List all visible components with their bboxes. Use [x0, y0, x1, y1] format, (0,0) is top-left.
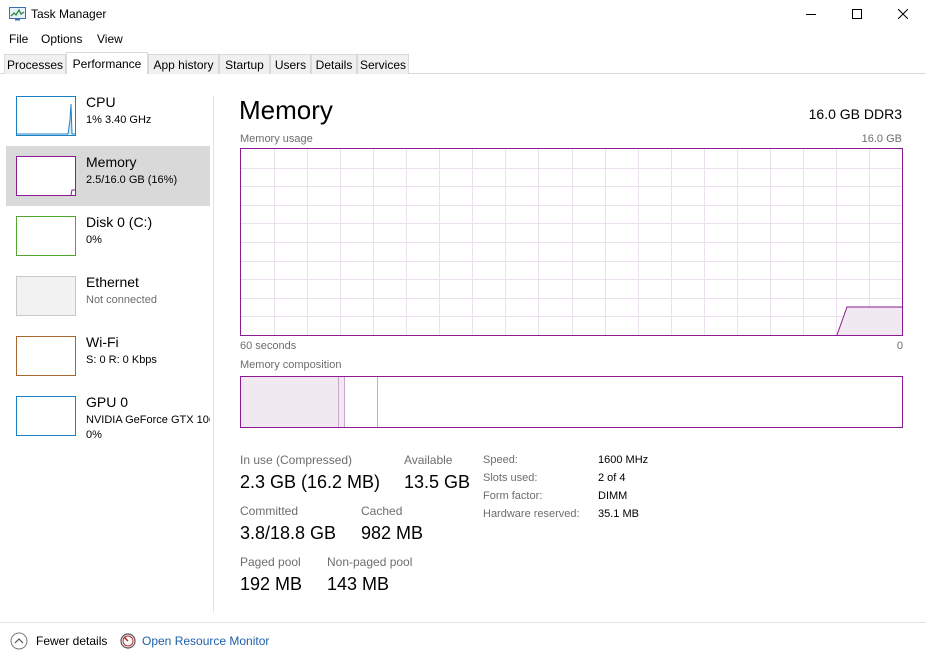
sidebar-label-memory: Memory	[86, 154, 137, 170]
maximize-icon	[852, 9, 862, 19]
tab-app-history[interactable]: App history	[148, 54, 219, 74]
sidebar-label-disk: Disk 0 (C:)	[86, 214, 153, 230]
speed-label: Speed:	[483, 454, 518, 466]
memory-usage-graph	[240, 148, 903, 336]
tab-processes[interactable]: Processes	[4, 54, 66, 74]
speed-value: 1600 MHz	[598, 454, 649, 466]
tab-performance[interactable]: Performance	[66, 52, 148, 74]
menu-file[interactable]: File	[9, 32, 28, 46]
title-bar: Task Manager	[0, 0, 926, 28]
chevron-up-circle-icon	[10, 632, 28, 650]
hardware-reserved-value: 35.1 MB	[598, 508, 639, 520]
maximize-button[interactable]	[834, 0, 880, 28]
ethernet-thumbnail	[16, 276, 76, 316]
committed-label: Committed	[240, 504, 299, 518]
sidebar-divider	[213, 96, 214, 613]
composition-in-use	[241, 377, 338, 427]
fewer-details-label: Fewer details	[36, 634, 108, 648]
sidebar-sub2-gpu: 0%	[86, 429, 102, 441]
task-manager-icon	[9, 7, 26, 21]
memory-composition-bar	[240, 376, 903, 428]
nonpaged-pool-value: 143 MB	[327, 574, 390, 594]
paged-pool-value: 192 MB	[240, 574, 303, 594]
close-icon	[898, 9, 908, 19]
memory-type: 16.0 GB DDR3	[808, 106, 902, 122]
tab-startup[interactable]: Startup	[219, 54, 270, 74]
gpu-thumbnail	[16, 396, 76, 436]
sidebar-sub-wifi: S: 0 R: 0 Kbps	[86, 354, 157, 366]
nonpaged-pool-label: Non-paged pool	[327, 555, 413, 569]
time-axis-left: 60 seconds	[240, 340, 297, 352]
minimize-icon	[806, 14, 816, 15]
resource-monitor-icon	[120, 633, 136, 649]
composition-graph-label: Memory composition	[240, 359, 342, 371]
sidebar-sub-memory: 2.5/16.0 GB (16%)	[86, 174, 178, 186]
sidebar-sub-cpu: 1% 3.40 GHz	[86, 114, 152, 126]
slots-label: Slots used:	[483, 472, 538, 484]
sidebar-label-wifi: Wi-Fi	[86, 334, 119, 350]
available-value: 13.5 GB	[404, 472, 471, 492]
menu-view[interactable]: View	[97, 32, 123, 46]
sidebar-label-cpu: CPU	[86, 94, 116, 110]
time-axis-right: 0	[896, 340, 903, 352]
in-use-value: 2.3 GB (16.2 MB)	[240, 472, 381, 492]
page-title: Memory	[239, 95, 333, 125]
sidebar-item-ethernet[interactable]: Ethernet Not connected	[6, 266, 210, 326]
tab-users[interactable]: Users	[270, 54, 311, 74]
wifi-thumbnail	[16, 336, 76, 376]
in-use-label: In use (Compressed)	[240, 453, 353, 467]
menu-options[interactable]: Options	[41, 32, 82, 46]
hardware-reserved-label: Hardware reserved:	[483, 508, 580, 520]
sidebar-label-gpu: GPU 0	[86, 394, 129, 410]
usage-graph-canvas	[241, 149, 902, 335]
slots-value: 2 of 4	[598, 472, 626, 484]
composition-canvas	[241, 377, 378, 427]
sidebar-sub-disk: 0%	[86, 234, 102, 246]
sidebar-item-wifi[interactable]: Wi-Fi S: 0 R: 0 Kbps	[6, 326, 210, 386]
close-button[interactable]	[880, 0, 926, 28]
disk-thumbnail	[16, 216, 76, 256]
footer-divider	[0, 622, 926, 623]
cached-value: 982 MB	[361, 523, 424, 543]
open-resource-monitor-link[interactable]: Open Resource Monitor	[120, 631, 269, 651]
window-title: Task Manager	[31, 7, 107, 21]
paged-pool-label: Paged pool	[240, 555, 301, 569]
available-label: Available	[404, 453, 453, 467]
tab-details[interactable]: Details	[311, 54, 357, 74]
fewer-details-button[interactable]: Fewer details	[10, 631, 107, 651]
sidebar-item-memory[interactable]: Memory 2.5/16.0 GB (16%)	[6, 146, 210, 206]
sidebar-item-cpu[interactable]: CPU 1% 3.40 GHz	[6, 86, 210, 146]
tab-services[interactable]: Services	[357, 54, 409, 74]
committed-value: 3.8/18.8 GB	[240, 523, 337, 543]
usage-graph-max: 16.0 GB	[861, 133, 902, 145]
minimize-button[interactable]	[788, 0, 834, 28]
sidebar-sub-gpu: NVIDIA GeForce GTX 106	[86, 414, 210, 426]
cpu-thumbnail	[16, 96, 76, 136]
sidebar-label-ethernet: Ethernet	[86, 274, 139, 290]
sidebar-item-gpu[interactable]: GPU 0 NVIDIA GeForce GTX 106 0%	[6, 386, 210, 446]
form-factor-label: Form factor:	[483, 490, 543, 502]
sidebar-sub-ethernet: Not connected	[86, 294, 157, 306]
usage-graph-label: Memory usage	[240, 133, 313, 145]
sidebar-item-disk[interactable]: Disk 0 (C:) 0%	[6, 206, 210, 266]
composition-modified	[339, 377, 344, 427]
memory-thumbnail	[16, 156, 76, 196]
cached-label: Cached	[361, 504, 403, 518]
resource-monitor-label: Open Resource Monitor	[142, 634, 270, 648]
form-factor-value: DIMM	[598, 490, 628, 502]
